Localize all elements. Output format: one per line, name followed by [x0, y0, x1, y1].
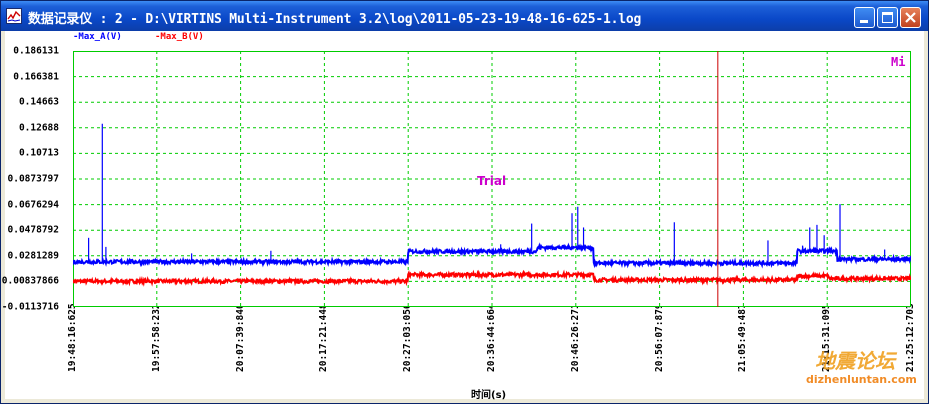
y-tick-label: 0.186131 [13, 45, 59, 57]
y-tick-label: 0.0676294 [7, 199, 59, 211]
chart-area: -Max_A(V) -Max_B(V) 0.186131 0.166381 0.14… [1, 31, 924, 401]
x-axis-label: 时间(s) [471, 390, 507, 401]
close-icon [905, 12, 916, 23]
minimize-button[interactable] [854, 7, 875, 28]
y-tick-label: 0.10713 [18, 147, 59, 159]
x-tick-label: 20:36:44:664 [486, 303, 497, 372]
y-tick-label: 0.166381 [13, 71, 59, 83]
x-tick-label: 21:05:49:487 [737, 303, 749, 372]
mi-label: Mi [891, 55, 906, 69]
y-tick-label: 0.00837866 [1, 275, 59, 287]
y-tick-label: -0.0113716 [1, 301, 59, 313]
x-tick-label: 21:15:31:095 [821, 303, 833, 372]
watermark-url: dizhenluntan.com [806, 373, 917, 386]
y-tick-label: 0.0281289 [7, 250, 59, 262]
y-tick-label: 0.12688 [18, 122, 59, 134]
legend-series-b: -Max_B(V) [155, 32, 204, 42]
x-tick-label: 20:27:03:056 [402, 303, 414, 372]
trial-label: Trial [477, 174, 507, 188]
x-tick-label: 20:17:21:448 [318, 303, 330, 372]
minimize-icon [860, 20, 868, 23]
title-bar[interactable]: 数据记录仪 : 2 - D:\VIRTINS Multi-Instrument … [1, 1, 928, 31]
y-tick-label: 0.0873797 [7, 173, 59, 185]
x-tick-label: 20:07:39:840 [234, 303, 246, 372]
app-chart-icon [6, 8, 22, 24]
x-tick-label: 19:48:16:625 [67, 303, 78, 372]
close-button[interactable] [900, 7, 921, 28]
window-title: 数据记录仪 : 2 - D:\VIRTINS Multi-Instrument … [28, 12, 642, 27]
x-tick-label: 20:56:07:879 [653, 303, 665, 372]
y-tick-label: 0.0478792 [7, 224, 59, 236]
window: 数据记录仪 : 2 - D:\VIRTINS Multi-Instrument … [0, 0, 929, 404]
x-tick-label: 20:46:26:271 [569, 303, 581, 372]
legend-series-a: -Max_A(V) [73, 32, 122, 42]
maximize-button[interactable] [877, 7, 898, 28]
y-tick-label: 0.14663 [18, 96, 59, 108]
x-tick-label: 21:25:12:703 [905, 303, 916, 372]
x-tick-label: 19:57:58:232 [150, 303, 162, 372]
maximize-icon [882, 12, 893, 23]
